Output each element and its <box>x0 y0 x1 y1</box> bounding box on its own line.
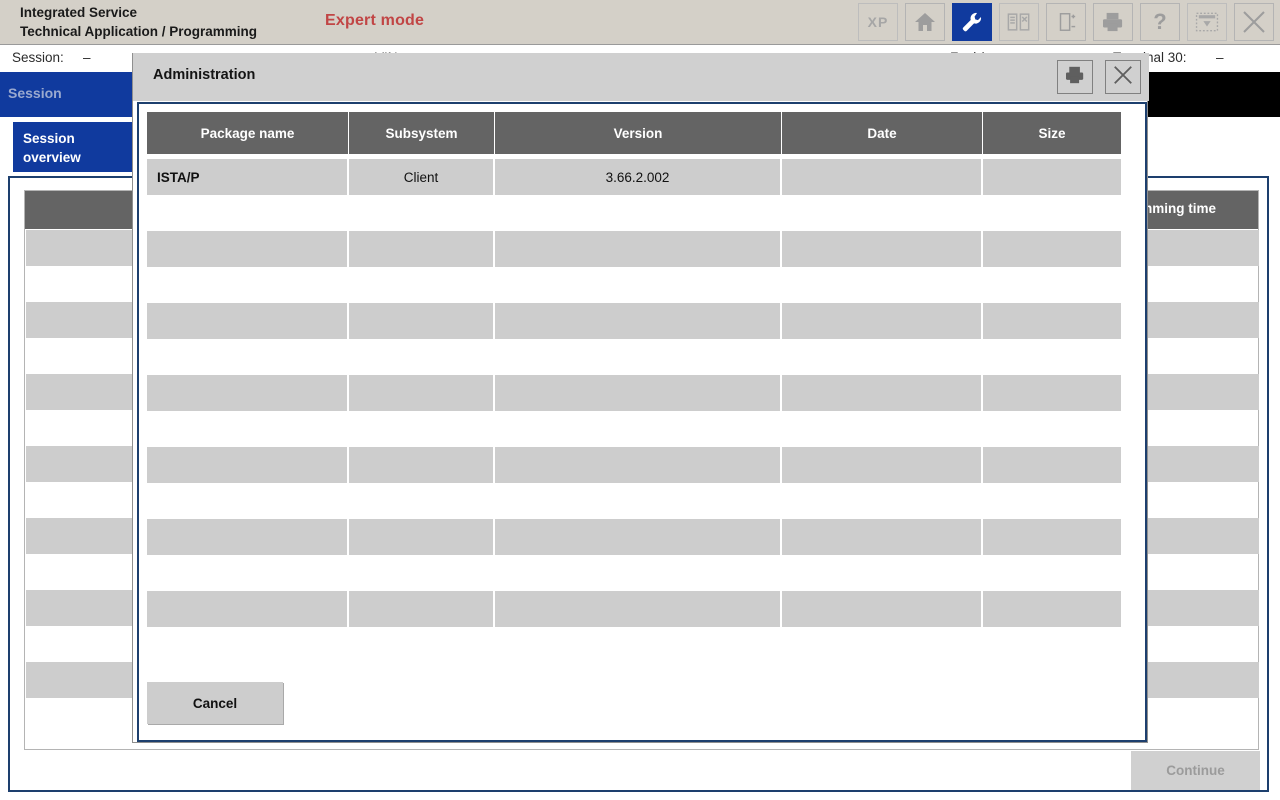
minimize-button[interactable] <box>1187 3 1227 41</box>
printer-icon <box>1065 66 1085 89</box>
cell-subsystem <box>349 303 495 339</box>
xp-icon: XP <box>868 14 889 30</box>
wrench-icon <box>961 11 983 33</box>
session-value: – <box>83 50 91 65</box>
sidebar-section-label: Session <box>8 85 62 101</box>
table-row[interactable]: ISTA/P Client 3.66.2.002 <box>147 159 1121 195</box>
table-row[interactable] <box>147 519 1121 555</box>
cell-date <box>782 159 983 195</box>
column-header-date: Date <box>782 112 983 154</box>
cell-version <box>495 375 782 411</box>
printer-icon <box>1102 12 1124 32</box>
column-header-version: Version <box>495 112 782 154</box>
continue-button[interactable]: Continue <box>1131 751 1260 790</box>
table-row[interactable] <box>147 231 1121 267</box>
cell-size <box>983 303 1121 339</box>
cell-size <box>983 159 1121 195</box>
app-root: Integrated Service Technical Application… <box>0 0 1280 800</box>
cell-package-name: ISTA/P <box>147 159 349 195</box>
cell-package-name <box>147 447 349 483</box>
table-row[interactable] <box>147 303 1121 339</box>
cell-size <box>983 591 1121 627</box>
cell-subsystem <box>349 519 495 555</box>
sidebar-section-session: Session <box>0 72 137 117</box>
cell-subsystem: Client <box>349 159 495 195</box>
document-list-icon <box>1007 12 1031 32</box>
cell-date <box>782 447 983 483</box>
column-header-subsystem: Subsystem <box>349 112 495 154</box>
dialog-close-button[interactable] <box>1105 60 1141 94</box>
cell-size <box>983 375 1121 411</box>
home-icon <box>914 12 936 32</box>
dialog-print-button[interactable] <box>1057 60 1093 94</box>
documents-button[interactable] <box>999 3 1039 41</box>
session-label: Session: <box>12 50 64 65</box>
cell-version <box>495 231 782 267</box>
cell-package-name <box>147 519 349 555</box>
cell-size <box>983 519 1121 555</box>
cancel-button[interactable]: Cancel <box>147 682 283 724</box>
table-row[interactable] <box>147 447 1121 483</box>
help-button[interactable]: ? <box>1140 3 1180 41</box>
table-row[interactable] <box>147 375 1121 411</box>
close-icon <box>1112 64 1134 91</box>
cell-package-name <box>147 375 349 411</box>
tools-button[interactable] <box>952 3 992 41</box>
cell-version <box>495 591 782 627</box>
cell-date <box>782 519 983 555</box>
cell-version <box>495 447 782 483</box>
cell-package-name <box>147 231 349 267</box>
question-mark-icon: ? <box>1153 9 1166 35</box>
cell-version <box>495 303 782 339</box>
dialog-title: Administration <box>153 67 255 83</box>
cell-subsystem <box>349 375 495 411</box>
sidebar-item-session-overview[interactable]: Session overview <box>13 122 137 172</box>
cell-package-name <box>147 591 349 627</box>
toolbar: XP <box>858 3 1274 43</box>
dialog-titlebar: Administration <box>133 53 1149 101</box>
column-header-package-name: Package name <box>147 112 349 154</box>
background-video-panel <box>1147 72 1280 117</box>
minimize-icon <box>1195 12 1219 32</box>
close-icon <box>1241 9 1267 35</box>
column-header-size: Size <box>983 112 1121 154</box>
close-button[interactable] <box>1234 3 1274 41</box>
cell-date <box>782 231 983 267</box>
battery-button[interactable] <box>1046 3 1086 41</box>
sidebar-item-label: Session overview <box>23 129 81 167</box>
cell-version: 3.66.2.002 <box>495 159 782 195</box>
home-button[interactable] <box>905 3 945 41</box>
cell-subsystem <box>349 231 495 267</box>
cell-subsystem <box>349 447 495 483</box>
cell-date <box>782 303 983 339</box>
xp-button[interactable]: XP <box>858 3 898 41</box>
cell-date <box>782 591 983 627</box>
version-table-header: Package name Subsystem Version Date Size <box>147 112 1121 154</box>
table-row[interactable] <box>147 591 1121 627</box>
print-button[interactable] <box>1093 3 1133 41</box>
cell-size <box>983 231 1121 267</box>
cell-subsystem <box>349 591 495 627</box>
cell-date <box>782 375 983 411</box>
application-header: Integrated Service Technical Application… <box>0 0 1280 45</box>
cell-version <box>495 519 782 555</box>
cell-size <box>983 447 1121 483</box>
version-status-panel: Package name Subsystem Version Date Size… <box>137 102 1147 742</box>
battery-icon <box>1055 11 1077 33</box>
terminal-value: – <box>1216 50 1224 65</box>
page-title: Integrated Service Technical Application… <box>20 3 257 41</box>
cell-package-name <box>147 303 349 339</box>
expert-mode-badge: Expert mode <box>325 12 424 30</box>
